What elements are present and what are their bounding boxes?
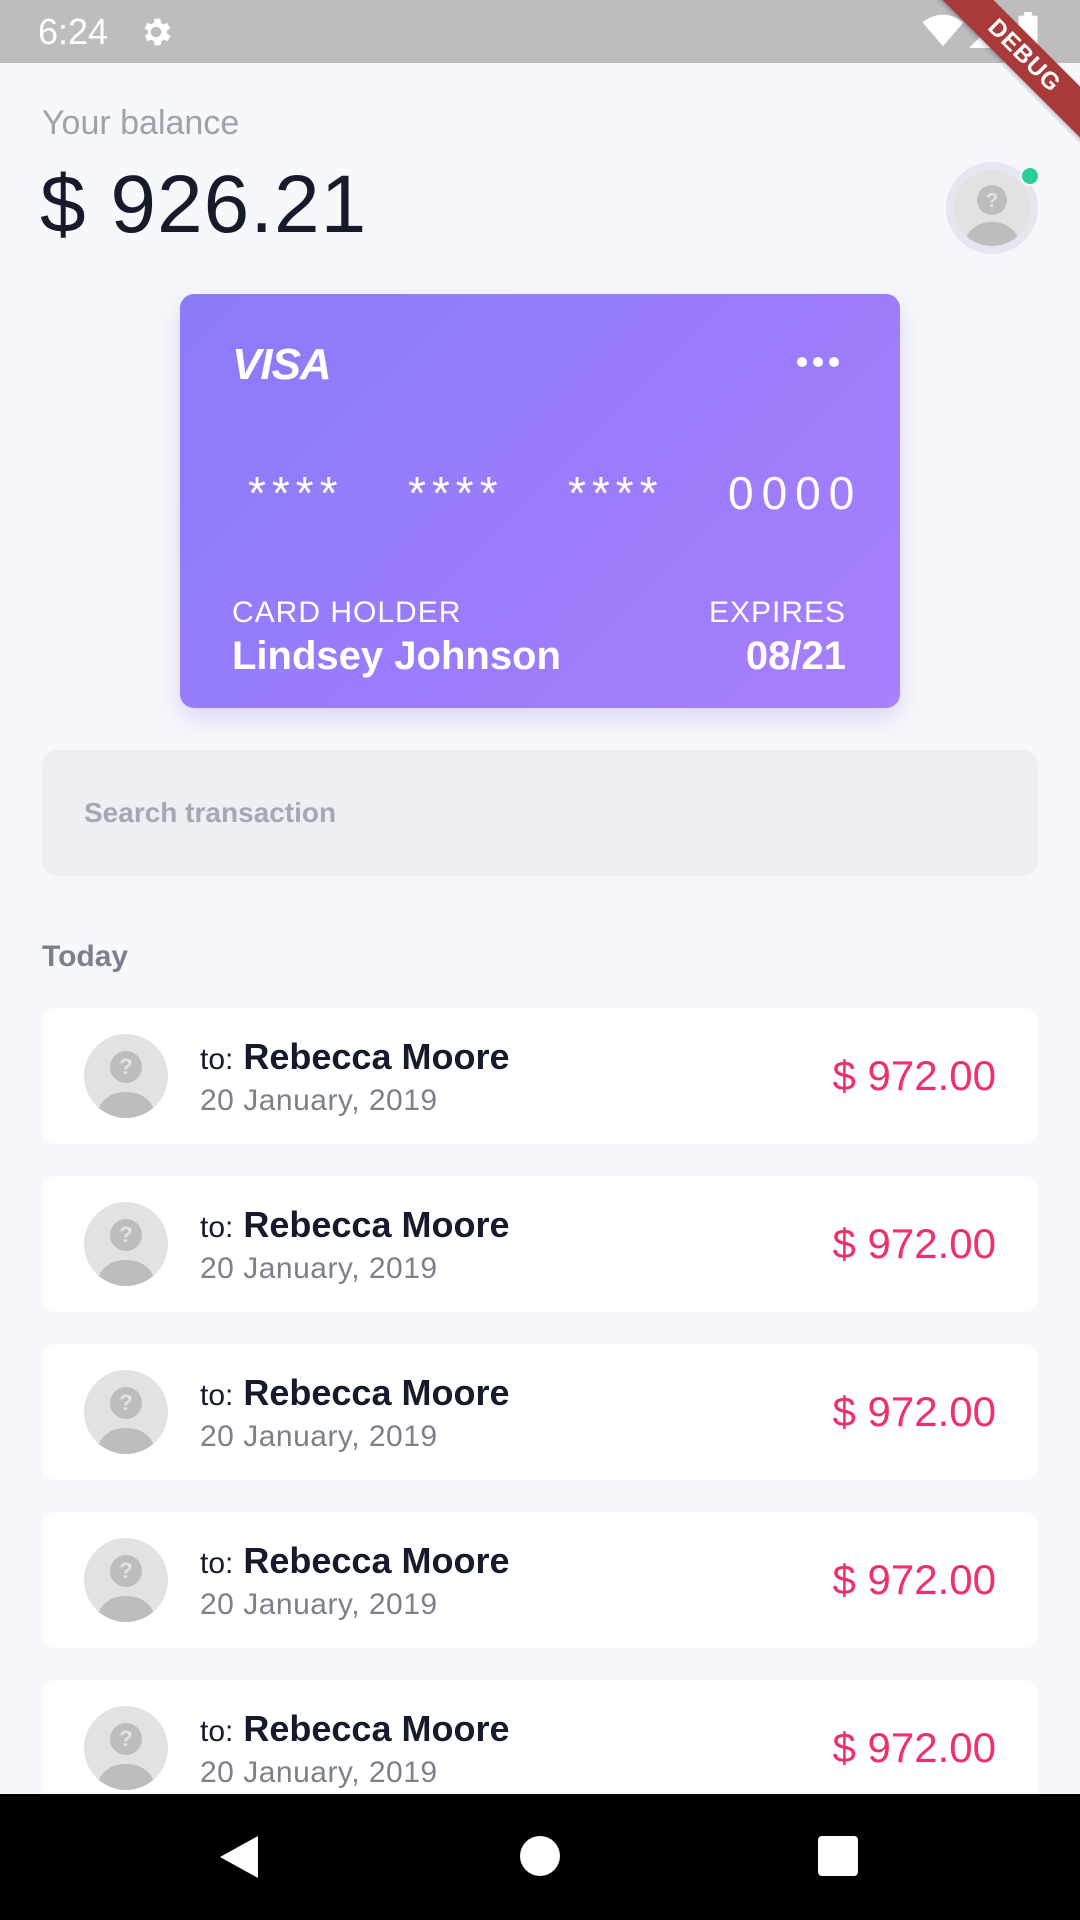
status-bar: 6:24 — [0, 0, 1080, 63]
search-input[interactable] — [42, 750, 1038, 876]
default-avatar-icon: ? — [84, 1202, 168, 1286]
transaction-recipient: to: Rebecca Moore — [200, 1204, 509, 1246]
balance-label: Your balance — [42, 104, 240, 142]
transaction-date: 20 January, 2019 — [200, 1420, 438, 1453]
default-avatar-icon: ? — [84, 1538, 168, 1622]
svg-text:?: ? — [119, 1054, 132, 1079]
svg-text:?: ? — [119, 1726, 132, 1751]
card-holder-name: Lindsey Johnson — [232, 634, 561, 678]
status-time: 6:24 — [38, 11, 109, 52]
card-number-group: **** — [408, 467, 504, 519]
more-horizontal-icon[interactable] — [796, 354, 840, 370]
transaction-item[interactable]: ? to: Rebecca Moore 20 January, 2019 $ 9… — [42, 1176, 1038, 1312]
svg-text:?: ? — [119, 1222, 132, 1247]
back-triangle-icon[interactable] — [218, 1834, 260, 1880]
transaction-name: Rebecca Moore — [243, 1708, 510, 1749]
transaction-amount: $ 972.00 — [832, 1388, 997, 1435]
system-navigation-bar — [0, 1794, 1080, 1920]
transaction-prefix: to: — [200, 1547, 234, 1580]
transaction-prefix: to: — [200, 1379, 234, 1412]
online-status-dot — [1020, 166, 1040, 186]
transaction-recipient: to: Rebecca Moore — [200, 1036, 509, 1078]
card-number: **** **** **** 0000 — [248, 466, 868, 520]
transaction-item[interactable]: ? to: Rebecca Moore 20 January, 2019 $ 9… — [42, 1008, 1038, 1144]
transaction-amount: $ 972.00 — [832, 1556, 997, 1603]
transaction-recipient: to: Rebecca Moore — [200, 1372, 509, 1414]
card-number-last-digits: 0000 — [728, 467, 863, 519]
default-avatar-icon: ? — [954, 170, 1030, 246]
transaction-prefix: to: — [200, 1715, 234, 1748]
transaction-date: 20 January, 2019 — [200, 1588, 438, 1621]
home-circle-icon[interactable] — [520, 1836, 560, 1876]
card-expires-value: 08/21 — [745, 634, 846, 678]
card-expires-label: EXPIRES — [708, 596, 846, 629]
transaction-name: Rebecca Moore — [243, 1036, 510, 1077]
transaction-date: 20 January, 2019 — [200, 1252, 438, 1285]
card-number-group: **** — [568, 467, 664, 519]
wifi-icon — [922, 14, 964, 47]
gear-icon — [144, 18, 171, 46]
card-number-group: **** — [248, 467, 344, 519]
transaction-item[interactable]: ? to: Rebecca Moore 20 January, 2019 $ 9… — [42, 1344, 1038, 1480]
transaction-item[interactable]: ? to: Rebecca Moore 20 January, 2019 $ 9… — [42, 1512, 1038, 1648]
svg-text:?: ? — [119, 1390, 132, 1415]
transaction-recipient: to: Rebecca Moore — [200, 1540, 509, 1582]
default-avatar-icon: ? — [84, 1706, 168, 1790]
transaction-amount: $ 972.00 — [832, 1052, 997, 1099]
section-title-today: Today — [42, 940, 129, 973]
default-avatar-icon: ? — [84, 1034, 168, 1118]
transaction-prefix: to: — [200, 1043, 234, 1076]
recents-square-icon[interactable] — [818, 1836, 858, 1876]
transaction-recipient: to: Rebecca Moore — [200, 1708, 509, 1750]
card-brand-logo: VISA — [232, 340, 332, 389]
credit-card[interactable]: VISA **** **** **** 0000 CARD HOLDER Lin… — [180, 294, 900, 708]
transaction-name: Rebecca Moore — [243, 1204, 510, 1245]
card-holder-label: CARD HOLDER — [232, 596, 462, 629]
transaction-prefix: to: — [200, 1211, 234, 1244]
svg-text:?: ? — [119, 1558, 132, 1583]
transaction-name: Rebecca Moore — [243, 1540, 510, 1581]
default-avatar-icon: ? — [84, 1370, 168, 1454]
transaction-amount: $ 972.00 — [832, 1220, 997, 1267]
profile-avatar[interactable]: ? — [946, 162, 1040, 254]
svg-text:?: ? — [986, 190, 998, 212]
transaction-amount: $ 972.00 — [832, 1724, 997, 1771]
transaction-name: Rebecca Moore — [243, 1372, 510, 1413]
transaction-date: 20 January, 2019 — [200, 1756, 438, 1789]
balance-amount: $ 926.21 — [40, 159, 368, 250]
transaction-date: 20 January, 2019 — [200, 1084, 438, 1117]
